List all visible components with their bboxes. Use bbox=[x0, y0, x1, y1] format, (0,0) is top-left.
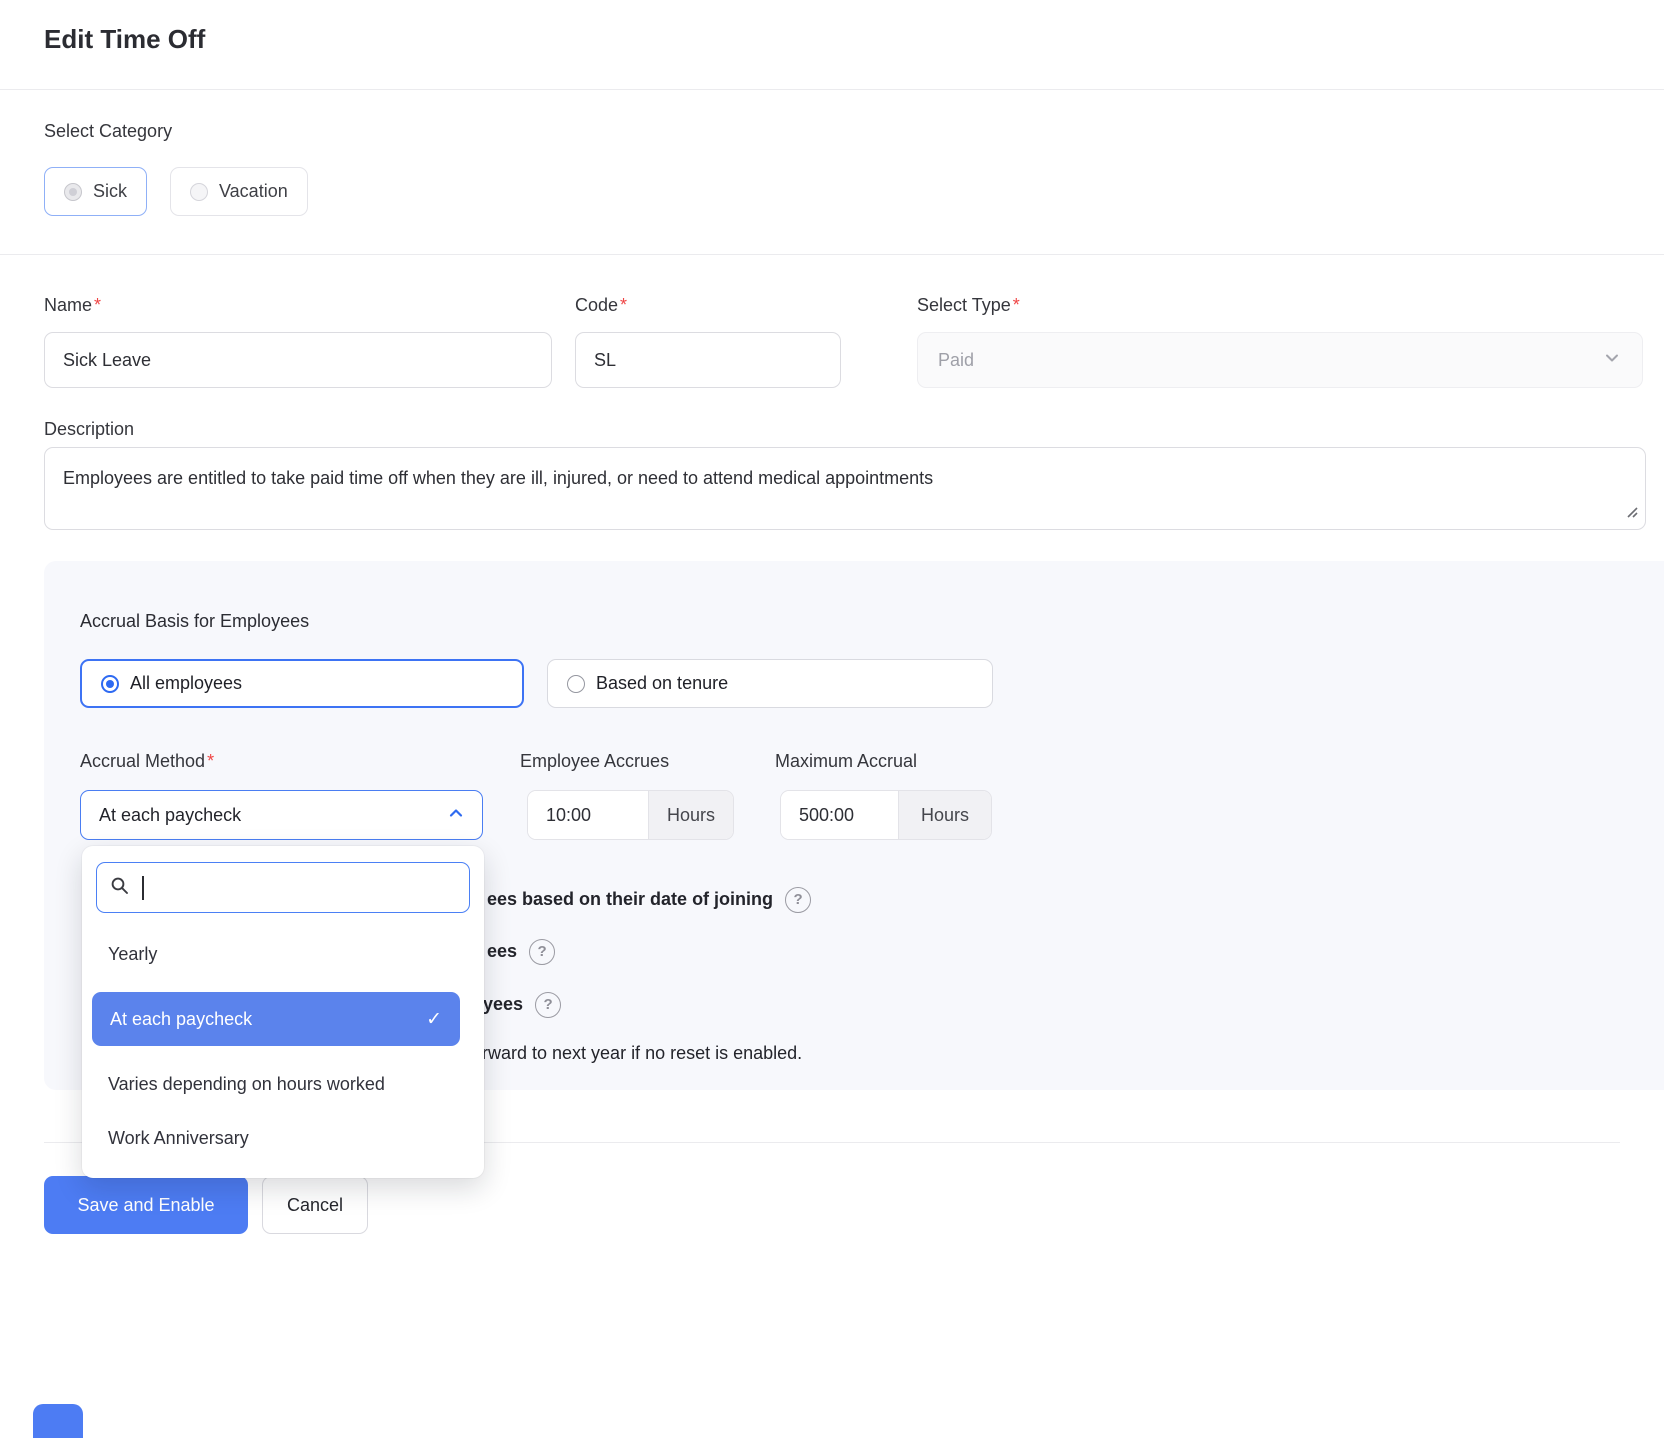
description-label: Description bbox=[44, 419, 134, 440]
basis-chip-label: Based on tenure bbox=[596, 673, 728, 694]
accrual-method-value: At each paycheck bbox=[99, 805, 241, 826]
required-asterisk: * bbox=[1013, 295, 1020, 315]
section-divider bbox=[0, 254, 1664, 255]
employee-accrues-input[interactable]: 10:00 bbox=[528, 791, 648, 839]
dropdown-option-at-each-paycheck[interactable]: At each paycheck ✓ bbox=[92, 992, 460, 1046]
edit-time-off-page: Edit Time Off Select Category Sick Vacat… bbox=[0, 0, 1664, 1438]
select-category-label: Select Category bbox=[44, 121, 172, 142]
accrual-method-label: Accrual Method* bbox=[80, 751, 214, 772]
help-icon[interactable]: ? bbox=[529, 939, 555, 965]
dropdown-option-varies-depending-on-hours-worked[interactable]: Varies depending on hours worked bbox=[82, 1060, 484, 1108]
help-icon[interactable]: ? bbox=[785, 887, 811, 913]
accrual-method-select[interactable]: At each paycheck bbox=[80, 790, 483, 840]
check-icon: ✓ bbox=[426, 1008, 442, 1031]
help-icon[interactable]: ? bbox=[535, 992, 561, 1018]
covered-note-row: rward to next year if no reset is enable… bbox=[482, 1040, 802, 1067]
dropdown-search-input[interactable] bbox=[96, 862, 470, 913]
chat-widget-button[interactable] bbox=[33, 1404, 83, 1438]
maximum-accrual-group: 500:00 Hours bbox=[780, 790, 992, 840]
name-label: Name* bbox=[44, 295, 101, 316]
dropdown-option-label: At each paycheck bbox=[110, 1009, 252, 1030]
required-asterisk: * bbox=[620, 295, 627, 315]
maximum-accrual-input[interactable]: 500:00 bbox=[781, 791, 898, 839]
basis-chip-based-on-tenure[interactable]: Based on tenure bbox=[547, 659, 993, 708]
select-type-label: Select Type* bbox=[917, 295, 1020, 316]
required-asterisk: * bbox=[94, 295, 101, 315]
description-textarea[interactable]: Employees are entitled to take paid time… bbox=[44, 447, 1646, 530]
code-label: Code* bbox=[575, 295, 627, 316]
category-chip-vacation[interactable]: Vacation bbox=[170, 167, 308, 216]
type-select-value: Paid bbox=[938, 350, 974, 371]
page-title: Edit Time Off bbox=[44, 24, 205, 55]
description-field-wrap: Employees are entitled to take paid time… bbox=[44, 447, 1646, 530]
code-input[interactable] bbox=[575, 332, 841, 388]
cancel-button[interactable]: Cancel bbox=[262, 1176, 368, 1234]
radio-selected-icon bbox=[101, 675, 119, 693]
chevron-down-icon bbox=[1602, 348, 1622, 373]
category-chip-label: Sick bbox=[93, 181, 127, 202]
category-chip-sick[interactable]: Sick bbox=[44, 167, 147, 216]
maximum-accrual-label: Maximum Accrual bbox=[775, 751, 917, 772]
maximum-accrual-unit: Hours bbox=[898, 791, 991, 839]
chevron-up-icon bbox=[446, 803, 466, 828]
basis-chip-label: All employees bbox=[130, 673, 242, 694]
radio-unselected-icon bbox=[190, 183, 208, 201]
dropdown-option-work-anniversary[interactable]: Work Anniversary bbox=[82, 1114, 484, 1162]
employee-accrues-group: 10:00 Hours bbox=[527, 790, 734, 840]
basis-chip-all-employees[interactable]: All employees bbox=[80, 659, 524, 708]
header-divider bbox=[0, 89, 1664, 90]
name-input[interactable] bbox=[44, 332, 552, 388]
accrual-basis-label: Accrual Basis for Employees bbox=[80, 611, 309, 632]
dropdown-option-yearly[interactable]: Yearly bbox=[82, 930, 484, 978]
save-and-enable-button[interactable]: Save and Enable bbox=[44, 1176, 248, 1234]
covered-option-row: ees based on their date of joining ? bbox=[487, 886, 811, 913]
employee-accrues-label: Employee Accrues bbox=[520, 751, 669, 772]
category-chip-label: Vacation bbox=[219, 181, 288, 202]
type-select[interactable]: Paid bbox=[917, 332, 1643, 388]
radio-unselected-icon bbox=[567, 675, 585, 693]
covered-option-row: ees ? bbox=[487, 938, 555, 965]
covered-option-row: yees ? bbox=[483, 991, 561, 1018]
resize-handle-icon[interactable] bbox=[1625, 505, 1638, 523]
radio-selected-icon bbox=[64, 183, 82, 201]
search-icon bbox=[109, 875, 130, 901]
text-cursor bbox=[142, 876, 144, 900]
required-asterisk: * bbox=[207, 751, 214, 771]
accrual-method-dropdown: Yearly At each paycheck ✓ Varies dependi… bbox=[82, 846, 484, 1178]
employee-accrues-unit: Hours bbox=[648, 791, 733, 839]
